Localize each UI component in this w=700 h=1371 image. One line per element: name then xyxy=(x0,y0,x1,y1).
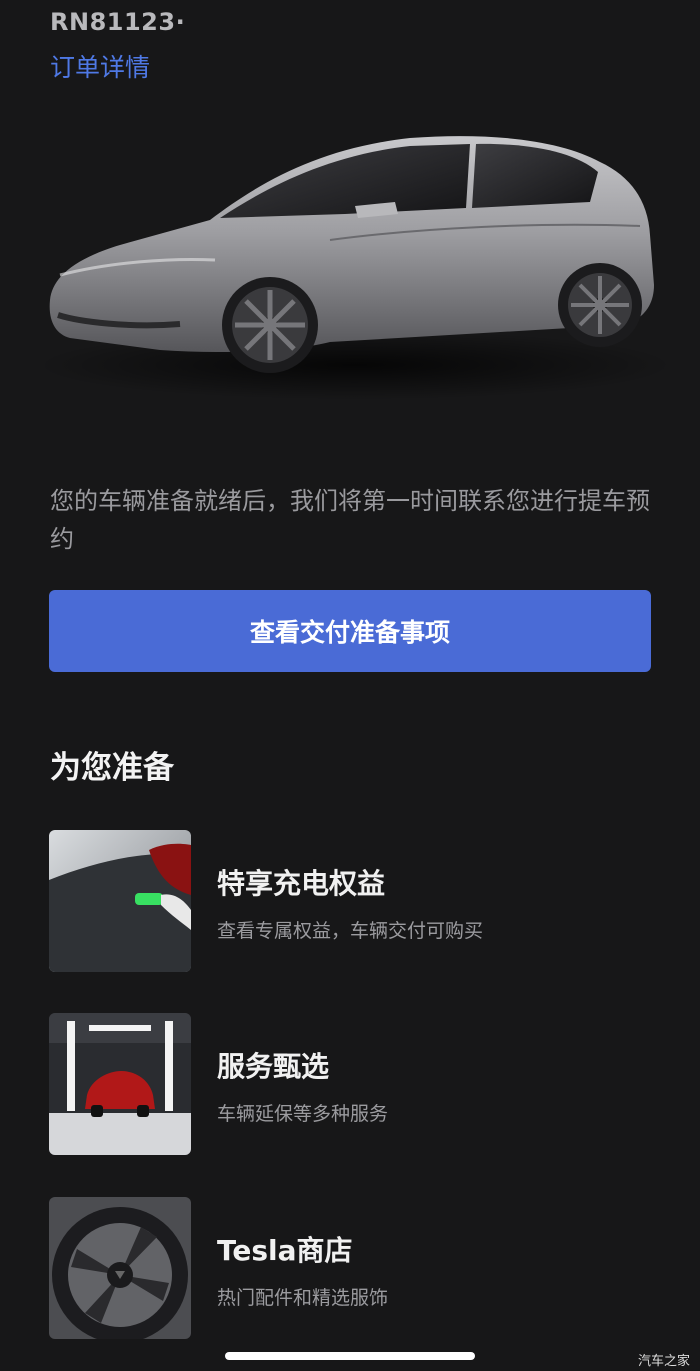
card-service-selection[interactable]: 服务甄选 车辆延保等多种服务 xyxy=(49,1013,659,1155)
card-desc: 热门配件和精选服饰 xyxy=(217,1287,389,1309)
order-details-link[interactable]: 订单详情 xyxy=(50,48,150,84)
charging-image xyxy=(49,830,191,972)
card-desc: 车辆延保等多种服务 xyxy=(217,1103,389,1125)
section-title: 为您准备 xyxy=(50,750,174,786)
card-title: 服务甄选 xyxy=(217,1050,330,1083)
card-title: Tesla商店 xyxy=(217,1234,353,1267)
watermark-text: 汽车之家 xyxy=(637,1354,690,1369)
card-desc: 查看专属权益，车辆交付可购买 xyxy=(217,920,484,942)
delivery-notice: 您的车辆准备就绪后，我们将第一时间联系您进行提车预约 xyxy=(50,487,650,553)
card-title: 特享充电权益 xyxy=(217,867,386,900)
wheel-image xyxy=(49,1197,191,1339)
service-image xyxy=(49,1013,191,1155)
order-number: RN81123· xyxy=(50,8,186,36)
car-image xyxy=(0,110,700,430)
home-indicator[interactable] xyxy=(225,1352,475,1360)
view-delivery-prep-button[interactable]: 查看交付准备事项 xyxy=(49,590,651,672)
card-tesla-shop[interactable]: Tesla商店 热门配件和精选服饰 xyxy=(49,1197,659,1339)
card-charging-benefits[interactable]: 特享充电权益 查看专属权益，车辆交付可购买 xyxy=(49,830,659,972)
